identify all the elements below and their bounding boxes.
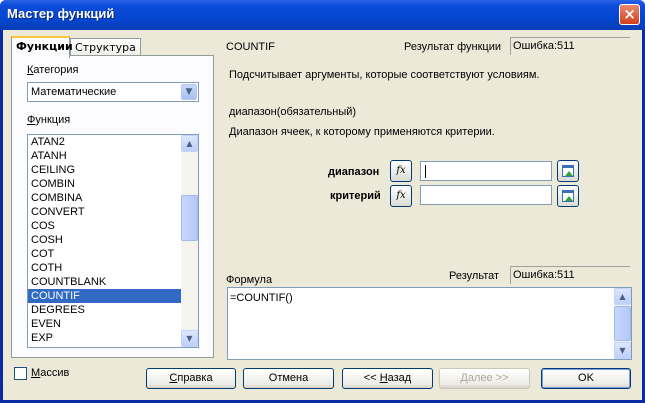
- list-item[interactable]: COTH: [28, 261, 181, 275]
- list-item-selected[interactable]: COUNTIF: [28, 289, 181, 303]
- function-result-value: Ошибка:511: [510, 37, 630, 55]
- array-label: Массив: [31, 367, 70, 379]
- formula-text: =COUNTIF(): [230, 292, 293, 304]
- fx-icon[interactable]: fx: [390, 160, 412, 182]
- list-item[interactable]: EVEN: [28, 317, 181, 331]
- title-bar[interactable]: Мастер функций ×: [0, 0, 645, 30]
- category-label: Категория: [27, 64, 79, 76]
- formula-editor[interactable]: =COUNTIF() ▲ ▼: [227, 287, 632, 360]
- shrink-dialog-icon[interactable]: [557, 185, 579, 207]
- function-wizard-window: Мастер функций × Функции Структура Катег…: [0, 0, 645, 403]
- scroll-down-icon[interactable]: ▼: [614, 342, 631, 359]
- list-scrollbar[interactable]: ▲ ▼: [181, 135, 198, 347]
- next-button[interactable]: Далее >>: [439, 368, 530, 389]
- scroll-down-icon[interactable]: ▼: [181, 330, 198, 347]
- list-item[interactable]: COMBINA: [28, 191, 181, 205]
- list-item[interactable]: ATAN2: [28, 135, 181, 149]
- list-item[interactable]: ATANH: [28, 149, 181, 163]
- back-button[interactable]: << Назад: [342, 368, 433, 389]
- tab-functions[interactable]: Функции: [11, 36, 73, 58]
- function-description: Подсчитывает аргументы, которые соответс…: [229, 69, 540, 81]
- scroll-thumb[interactable]: [614, 306, 631, 341]
- formula-result-label: Результат: [449, 270, 500, 282]
- criteria-input[interactable]: [420, 185, 552, 205]
- arg-label-range: диапазон: [328, 166, 380, 178]
- category-value: Математические: [31, 86, 117, 98]
- list-item[interactable]: COSH: [28, 233, 181, 247]
- ok-button[interactable]: OK: [541, 368, 631, 389]
- formula-scrollbar[interactable]: ▲ ▼: [614, 288, 631, 359]
- scroll-up-icon[interactable]: ▲: [614, 288, 631, 305]
- list-item[interactable]: COUNTBLANK: [28, 275, 181, 289]
- formula-label: Формула: [226, 274, 273, 286]
- window-title: Мастер функций: [7, 6, 115, 21]
- text-cursor: [425, 165, 426, 178]
- list-item[interactable]: CEILING: [28, 163, 181, 177]
- dialog-body: Функции Структура Категория Математическ…: [3, 30, 642, 400]
- cancel-button[interactable]: Отмена: [243, 368, 334, 389]
- list-item[interactable]: EXP: [28, 331, 181, 345]
- function-name: COUNTIF: [226, 41, 275, 53]
- list-item[interactable]: COMBIN: [28, 177, 181, 191]
- list-item[interactable]: COT: [28, 247, 181, 261]
- fx-icon[interactable]: fx: [390, 185, 412, 207]
- close-icon[interactable]: ×: [619, 4, 640, 25]
- chevron-down-icon[interactable]: ▼: [181, 84, 197, 100]
- list-item[interactable]: DEGREES: [28, 303, 181, 317]
- scroll-up-icon[interactable]: ▲: [181, 135, 198, 152]
- category-select[interactable]: Математические ▼: [27, 82, 199, 102]
- param-name: диапазон(обязательный): [229, 106, 357, 118]
- list-item[interactable]: COS: [28, 219, 181, 233]
- function-listbox[interactable]: ATAN2 ATANH CEILING COMBIN COMBINA CONVE…: [27, 134, 199, 348]
- function-label: Функция: [27, 114, 71, 126]
- arg-label-criteria: критерий: [330, 190, 381, 202]
- help-button[interactable]: Справка: [146, 368, 236, 389]
- function-result-label: Результат функции: [404, 41, 501, 53]
- list-item[interactable]: CONVERT: [28, 205, 181, 219]
- shrink-dialog-icon[interactable]: [557, 160, 579, 182]
- param-description: Диапазон ячеек, к которому применяются к…: [229, 126, 495, 138]
- range-input[interactable]: [420, 161, 552, 181]
- scroll-thumb[interactable]: [181, 195, 198, 241]
- array-checkbox[interactable]: [14, 367, 27, 380]
- formula-result-value: Ошибка:511: [510, 266, 630, 284]
